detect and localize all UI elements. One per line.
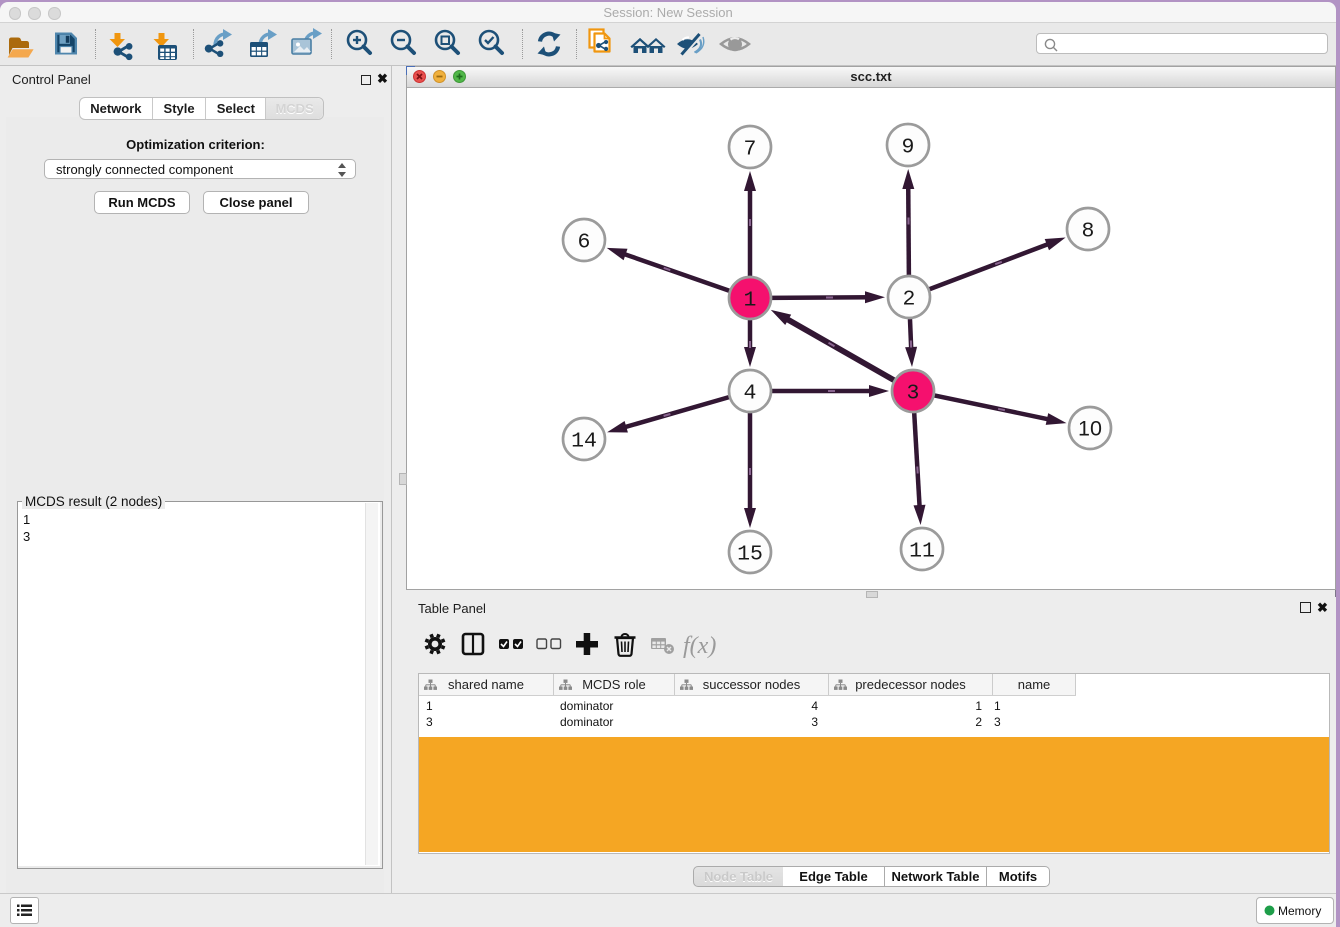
svg-text:6: 6 — [578, 231, 591, 255]
svg-text:15: 15 — [737, 543, 763, 567]
svg-text:10: 10 — [1078, 417, 1102, 441]
svg-text:14: 14 — [571, 430, 597, 454]
svg-text:2: 2 — [903, 288, 916, 312]
svg-text:4: 4 — [744, 382, 757, 406]
svg-text:11: 11 — [909, 540, 935, 564]
svg-text:1: 1 — [744, 289, 757, 313]
svg-text:7: 7 — [744, 138, 757, 162]
svg-text:f(x): f(x) — [683, 633, 716, 659]
svg-text:8: 8 — [1082, 220, 1095, 244]
svg-text:3: 3 — [907, 382, 920, 406]
svg-text:9: 9 — [902, 136, 915, 160]
